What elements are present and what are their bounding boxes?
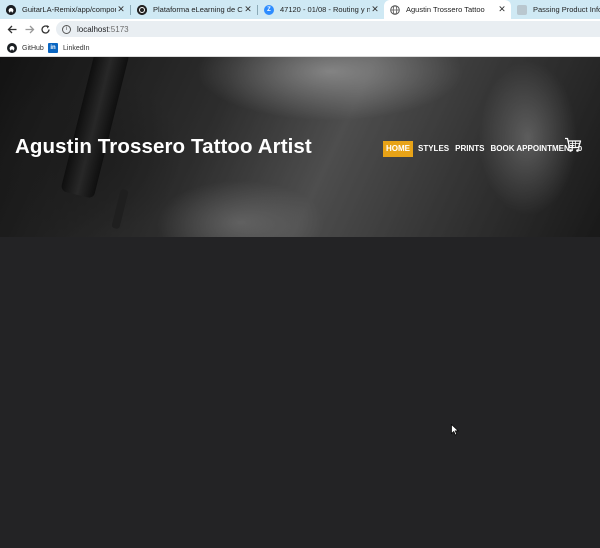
page-icon bbox=[517, 4, 527, 15]
close-icon[interactable]: ✕ bbox=[243, 4, 253, 15]
mouse-cursor-icon bbox=[451, 424, 459, 436]
cart-count: 0 bbox=[578, 144, 583, 153]
bookmark-linkedin[interactable]: in LinkedIn bbox=[48, 42, 89, 54]
close-icon[interactable]: ✕ bbox=[497, 4, 507, 15]
hero-header: Agustin Trossero Tattoo Artist HOME STYL… bbox=[0, 57, 600, 237]
back-arrow-icon[interactable] bbox=[5, 22, 19, 36]
forward-arrow-icon[interactable] bbox=[22, 22, 36, 36]
url-text: localhost:5173 bbox=[77, 25, 129, 34]
tab-title: Passing Product Info with bbox=[533, 5, 600, 14]
url-host: localhost bbox=[77, 24, 109, 34]
bookmark-github[interactable]: GitHub bbox=[7, 42, 44, 54]
close-icon[interactable]: ✕ bbox=[370, 4, 380, 15]
bookmarks-bar: GitHub in LinkedIn bbox=[0, 39, 600, 57]
tab-strip: GuitarLA-Remix/app/componen ✕ Plataforma… bbox=[0, 0, 600, 19]
main-content bbox=[0, 237, 600, 548]
github-icon bbox=[7, 43, 17, 53]
tab-passing-product[interactable]: Passing Product Info with bbox=[511, 0, 600, 19]
coderhouse-icon bbox=[137, 4, 147, 15]
bookmark-label: GitHub bbox=[22, 44, 44, 52]
tab-title: Plataforma eLearning de Coder bbox=[153, 5, 243, 14]
tab-zoom[interactable]: Z 47120 - 01/08 - Routing y naveg ✕ bbox=[258, 0, 384, 19]
address-bar[interactable]: i localhost:5173 bbox=[56, 21, 600, 37]
nav-home[interactable]: HOME bbox=[383, 141, 413, 157]
nav-prints[interactable]: PRINTS bbox=[453, 141, 486, 157]
nav-styles[interactable]: STYLES bbox=[416, 141, 451, 157]
linkedin-icon: in bbox=[48, 43, 58, 53]
tab-title: Agustin Trossero Tattoo bbox=[406, 5, 485, 14]
tab-guitarla[interactable]: GuitarLA-Remix/app/componen ✕ bbox=[0, 0, 130, 19]
tab-agustin-trossero[interactable]: Agustin Trossero Tattoo ✕ bbox=[384, 0, 511, 19]
zoom-icon: Z bbox=[264, 4, 274, 15]
tab-title: 47120 - 01/08 - Routing y naveg bbox=[280, 5, 370, 14]
main-nav: HOME STYLES PRINTS BOOK APPOINTMENT bbox=[383, 141, 579, 157]
cart-button[interactable]: 0 bbox=[564, 137, 586, 155]
site-title[interactable]: Agustin Trossero Tattoo Artist bbox=[15, 135, 312, 159]
close-icon[interactable]: ✕ bbox=[116, 4, 126, 15]
reload-icon[interactable] bbox=[38, 22, 52, 36]
github-icon bbox=[6, 4, 16, 15]
browser-toolbar: i localhost:5173 bbox=[0, 19, 600, 39]
bookmark-label: LinkedIn bbox=[63, 44, 90, 52]
url-port: :5173 bbox=[108, 24, 129, 34]
info-icon[interactable]: i bbox=[62, 24, 71, 34]
tab-title: GuitarLA-Remix/app/componen bbox=[22, 5, 116, 14]
globe-icon bbox=[390, 4, 400, 15]
tab-coderhouse[interactable]: Plataforma eLearning de Coder ✕ bbox=[131, 0, 257, 19]
